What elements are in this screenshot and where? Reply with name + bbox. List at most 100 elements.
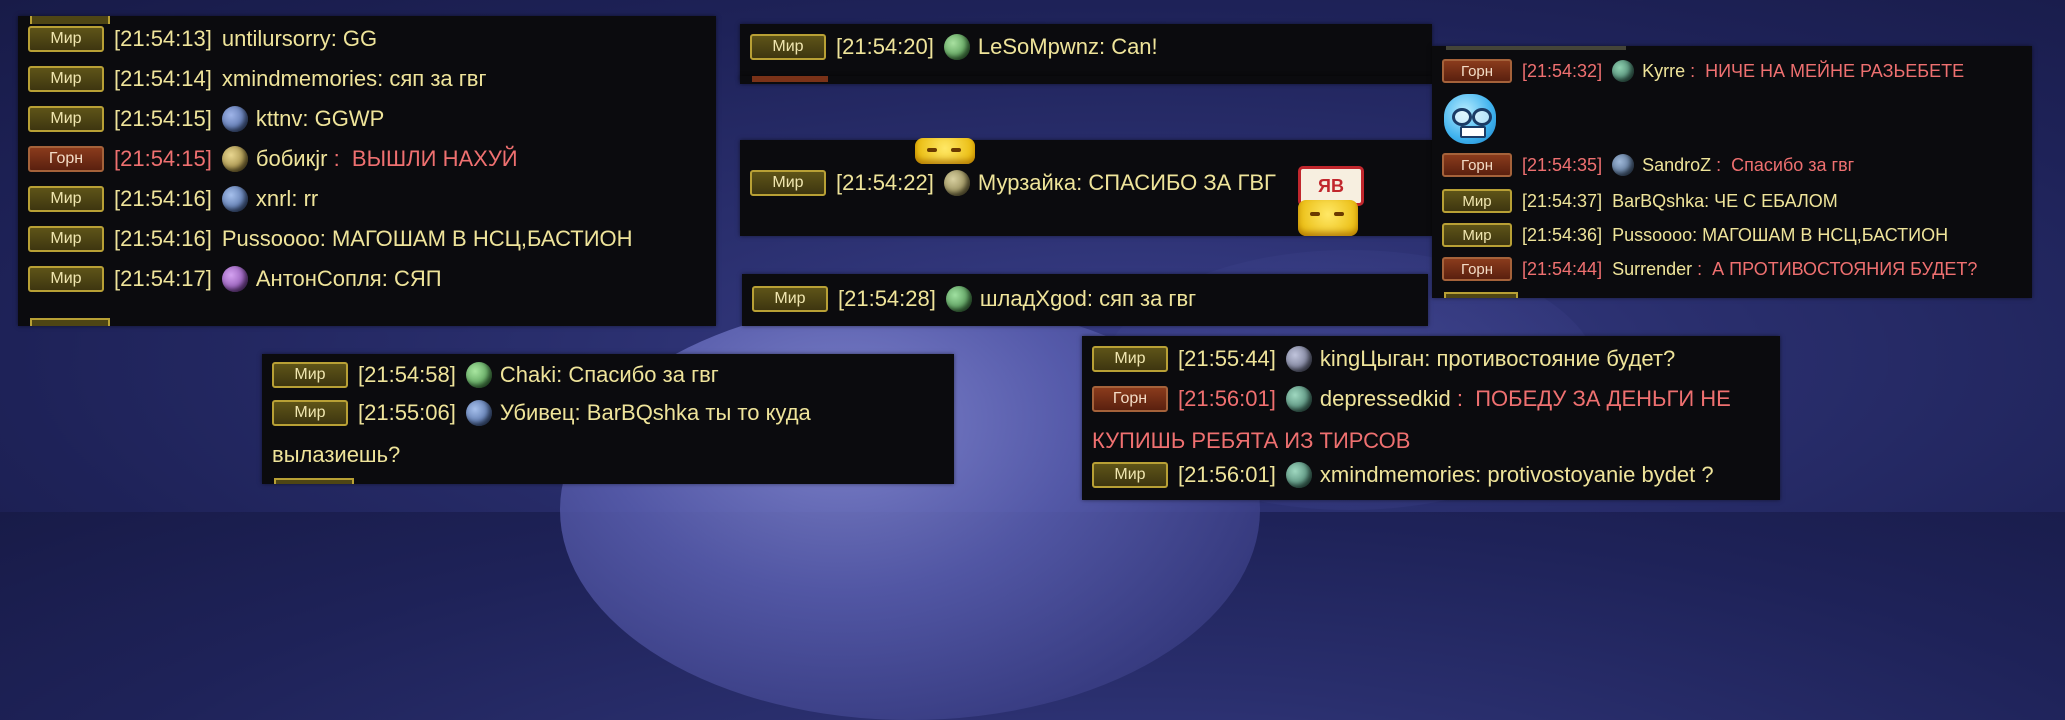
message-text: Can! [1111, 34, 1158, 59]
message-text: BarBQshka ты то куда [586, 400, 811, 425]
timestamp: [21:54:13] [114, 26, 212, 51]
timestamp: [21:54:32] [1522, 60, 1603, 81]
chat-row[interactable]: Мир [21:54:17] АнтонСопля: СЯП [28, 264, 442, 294]
message-text: МАГОШАМ В НСЦ,БАСТИОН [331, 226, 633, 251]
class-emblem-icon [943, 170, 970, 196]
player-name[interactable]: Chaki [500, 362, 556, 388]
chat-row[interactable]: Мир [21:54:58] Chaki: Спасибо за гвг [272, 360, 719, 390]
player-name[interactable]: depressedkid [1320, 386, 1451, 412]
chat-panel-2-fragment [740, 76, 1432, 84]
message-text: ЧЕ С ЕБАЛОМ [1714, 190, 1838, 211]
channel-tag[interactable]: Мир [28, 226, 104, 252]
message-text: А ПРОТИВОСТОЯНИЯ БУДЕТ? [1712, 258, 1978, 279]
chat-row[interactable]: Горн [21:54:32] Kyrre : НИЧЕ НА МЕЙНЕ РА… [1442, 56, 1964, 86]
name-separator: : [291, 186, 304, 211]
chat-row[interactable]: Мир [21:54:16] Pussoooo: МАГОШАМ В НСЦ,Б… [28, 224, 633, 254]
player-name[interactable]: Убивец [500, 400, 575, 426]
class-emblem-icon [1612, 154, 1635, 176]
player-name[interactable]: untilursorry [222, 26, 331, 52]
chat-row[interactable]: Мир [21:54:22] Мурзайка: СПАСИБО ЗА ГВГ [750, 168, 1276, 198]
class-emblem-icon [1285, 462, 1312, 488]
smiley-emoji-icon [1298, 200, 1358, 236]
message-text: protivostoyanie bydet ? [1487, 462, 1714, 487]
player-name[interactable]: Мурзайка [978, 170, 1076, 196]
class-emblem-icon [221, 266, 248, 292]
channel-tag[interactable]: Мир [752, 286, 828, 312]
message-text: противостояние будет? [1436, 346, 1676, 371]
channel-tag[interactable]: Горн [1442, 153, 1512, 177]
channel-tag[interactable]: Горн [1442, 59, 1512, 83]
channel-tag[interactable]: Мир [1442, 189, 1512, 213]
chat-row[interactable]: Мир [21:54:14] xmindmemories: сяп за гвг [28, 64, 486, 94]
player-name[interactable]: АнтонСопля [256, 266, 382, 292]
chat-row[interactable]: Мир [21:54:16] xnrl: rr [28, 184, 318, 214]
message-text: СЯП [393, 266, 442, 291]
message-text: ВЫШЛИ НАХУЙ [351, 146, 518, 171]
class-emblem-icon [1285, 386, 1312, 412]
name-separator: : [574, 400, 587, 425]
chat-row[interactable]: Мир [21:54:37] BarBQshka: ЧЕ С ЕБАЛОМ [1442, 186, 1838, 216]
name-separator: : [1475, 462, 1488, 487]
message-text: GGWP [314, 106, 385, 131]
player-name[interactable]: xmindmemories [1320, 462, 1475, 488]
class-emblem-icon [1285, 346, 1312, 372]
chat-row[interactable]: Горн [21:54:15] бобикjr : ВЫШЛИ НАХУЙ [28, 144, 518, 174]
player-name[interactable]: SandroZ [1642, 155, 1711, 176]
chat-row[interactable]: Мир [21:55:06] Убивец: BarBQshka ты то к… [272, 398, 811, 428]
channel-tag[interactable]: Мир [272, 400, 348, 426]
timestamp: [21:55:44] [1178, 346, 1276, 371]
chat-row[interactable]: Мир [21:54:13] untilursorry: GG [28, 24, 377, 54]
player-name[interactable]: Kyrre [1642, 61, 1685, 82]
timestamp: [21:56:01] [1178, 462, 1276, 487]
cut-off-text [1446, 46, 1626, 50]
channel-tag[interactable]: Горн [28, 146, 104, 172]
player-name[interactable]: xmindmemories [222, 66, 377, 92]
chat-row[interactable]: Горн [21:56:01] depressedkid : ПОБЕДУ ЗА… [1092, 384, 1731, 414]
name-separator: : [381, 266, 394, 291]
chat-row[interactable]: Горн [21:54:44] Surrender : А ПРОТИВОСТО… [1442, 254, 1977, 284]
message-text: GG [342, 26, 378, 51]
player-name[interactable]: kttnv [256, 106, 302, 132]
channel-tag[interactable]: Мир [28, 66, 104, 92]
player-name[interactable]: LeSoMpwnz [978, 34, 1099, 60]
timestamp: [21:54:14] [114, 66, 212, 91]
chat-row[interactable]: Мир [21:54:28] шладXgod: сяп за гвг [752, 284, 1196, 314]
player-name[interactable]: Pussoooo [222, 226, 320, 252]
channel-tag[interactable]: Горн [1442, 257, 1512, 281]
player-name[interactable]: Pussoooo [1612, 225, 1692, 246]
chat-row[interactable]: Мир [21:54:20] LeSoMpwnz: Can! [750, 32, 1158, 62]
channel-tag[interactable]: Мир [28, 106, 104, 132]
channel-tag[interactable]: Мир [1442, 223, 1512, 247]
channel-tag[interactable]: Мир [750, 34, 826, 60]
chat-row[interactable]: Мир [21:54:15] kttnv: GGWP [28, 104, 384, 134]
name-separator: : [302, 106, 315, 131]
channel-tag[interactable]: Мир [750, 170, 826, 196]
player-name[interactable]: xnrl [256, 186, 291, 212]
name-separator: : [556, 362, 569, 387]
name-separator: : [319, 226, 332, 251]
chat-row[interactable]: Мир [21:55:44] kingЦыган: противостояние… [1092, 344, 1675, 374]
chat-panel-5: Горн [21:54:32] Kyrre : НИЧЕ НА МЕЙНЕ РА… [1432, 46, 2032, 298]
message-continuation: вылазиешь? [272, 442, 401, 467]
channel-tag[interactable]: Мир [28, 266, 104, 292]
chat-row[interactable]: Мир [21:56:01] xmindmemories: protivosto… [1092, 460, 1714, 490]
player-name[interactable]: Surrender [1612, 259, 1692, 280]
channel-tag[interactable]: Мир [28, 186, 104, 212]
player-name[interactable]: бобикjr [256, 146, 328, 172]
class-emblem-icon [465, 400, 492, 426]
player-name[interactable]: шладXgod [980, 286, 1087, 312]
name-separator: : [1098, 34, 1112, 59]
chat-row[interactable]: Горн [21:54:35] SandroZ : Спасибо за гвг [1442, 150, 1854, 180]
chat-panel-1: Мир [21:54:13] untilursorry: GG Мир [21:… [18, 16, 716, 326]
channel-tag[interactable]: Мир [28, 26, 104, 52]
timestamp: [21:54:17] [114, 266, 212, 291]
channel-tag[interactable]: Мир [272, 362, 348, 388]
message-text: МАГОШАМ В НСЦ,БАСТИОН [1702, 224, 1949, 245]
player-name[interactable]: BarBQshka [1612, 191, 1704, 212]
timestamp: [21:54:36] [1522, 224, 1603, 245]
channel-tag[interactable]: Мир [1092, 346, 1168, 372]
channel-tag[interactable]: Горн [1092, 386, 1168, 412]
chat-row[interactable]: Мир [21:54:36] Pussoooo: МАГОШАМ В НСЦ,Б… [1442, 220, 1948, 250]
player-name[interactable]: kingЦыган [1320, 346, 1424, 372]
channel-tag[interactable]: Мир [1092, 462, 1168, 488]
